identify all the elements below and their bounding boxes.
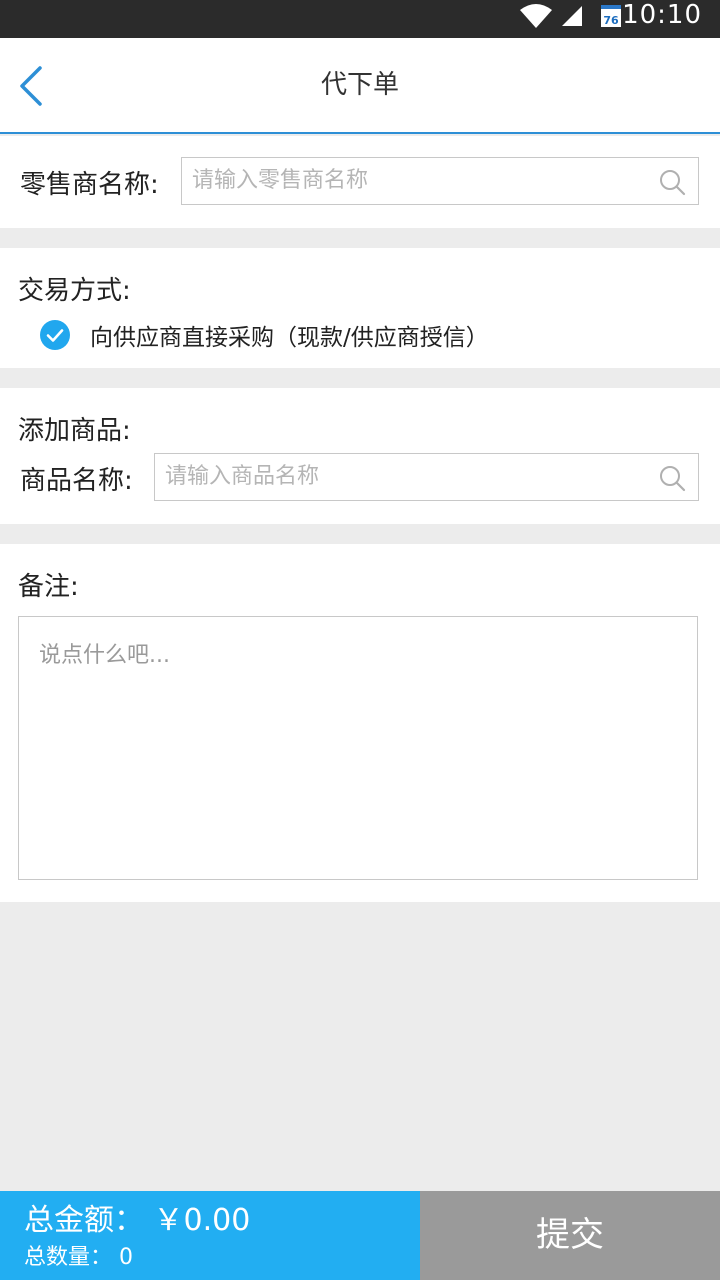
- remark-label: 备注:: [18, 572, 79, 602]
- goods-search-placeholder: 请输入商品名称: [165, 464, 320, 489]
- checkmark-icon: [40, 329, 70, 354]
- remark-placeholder: 说点什么吧...: [39, 643, 170, 668]
- remark-section: 备注: 说点什么吧...: [0, 544, 720, 902]
- retailer-search-input[interactable]: 请输入零售商名称: [181, 157, 699, 205]
- trade-method-section: 交易方式: 向供应商直接采购（现款/供应商授信）: [0, 248, 720, 368]
- trade-option-checkbox[interactable]: [40, 320, 70, 350]
- search-icon[interactable]: [658, 464, 686, 496]
- search-icon[interactable]: [658, 168, 686, 200]
- retailer-search-placeholder: 请输入零售商名称: [192, 168, 369, 193]
- wifi-icon: [518, 2, 554, 34]
- goods-name-label: 商品名称:: [20, 466, 133, 496]
- retailer-section: 零售商名称: 请输入零售商名称: [0, 136, 720, 228]
- total-amount: 总金额： ￥0.00: [24, 1195, 250, 1239]
- trade-method-label: 交易方式:: [18, 276, 131, 306]
- total-amount-label: 总金额：: [24, 1203, 144, 1238]
- total-amount-value: ￥0.00: [153, 1203, 251, 1238]
- remark-textarea[interactable]: 说点什么吧...: [18, 616, 698, 880]
- page-title: 代下单: [320, 70, 399, 100]
- title-bar: 代下单: [0, 38, 720, 134]
- status-time: 10:10: [622, 0, 702, 30]
- total-quantity-label: 总数量：: [24, 1245, 113, 1270]
- totals-panel: 总金额： ￥0.00 总数量： 0: [0, 1191, 420, 1280]
- signal-icon: [560, 4, 584, 32]
- total-quantity: 总数量： 0: [24, 1239, 133, 1271]
- total-quantity-value: 0: [119, 1245, 134, 1270]
- retailer-label: 零售商名称:: [20, 170, 159, 200]
- submit-button[interactable]: 提交: [420, 1191, 720, 1280]
- trade-option-label[interactable]: 向供应商直接采购（现款/供应商授信）: [90, 318, 489, 352]
- status-bar: 76 10:10: [0, 0, 720, 38]
- add-goods-section: 添加商品: 商品名称: 请输入商品名称: [0, 388, 720, 524]
- add-goods-label: 添加商品:: [18, 416, 131, 446]
- calendar-icon: 76: [601, 5, 621, 27]
- goods-search-input[interactable]: 请输入商品名称: [154, 453, 699, 501]
